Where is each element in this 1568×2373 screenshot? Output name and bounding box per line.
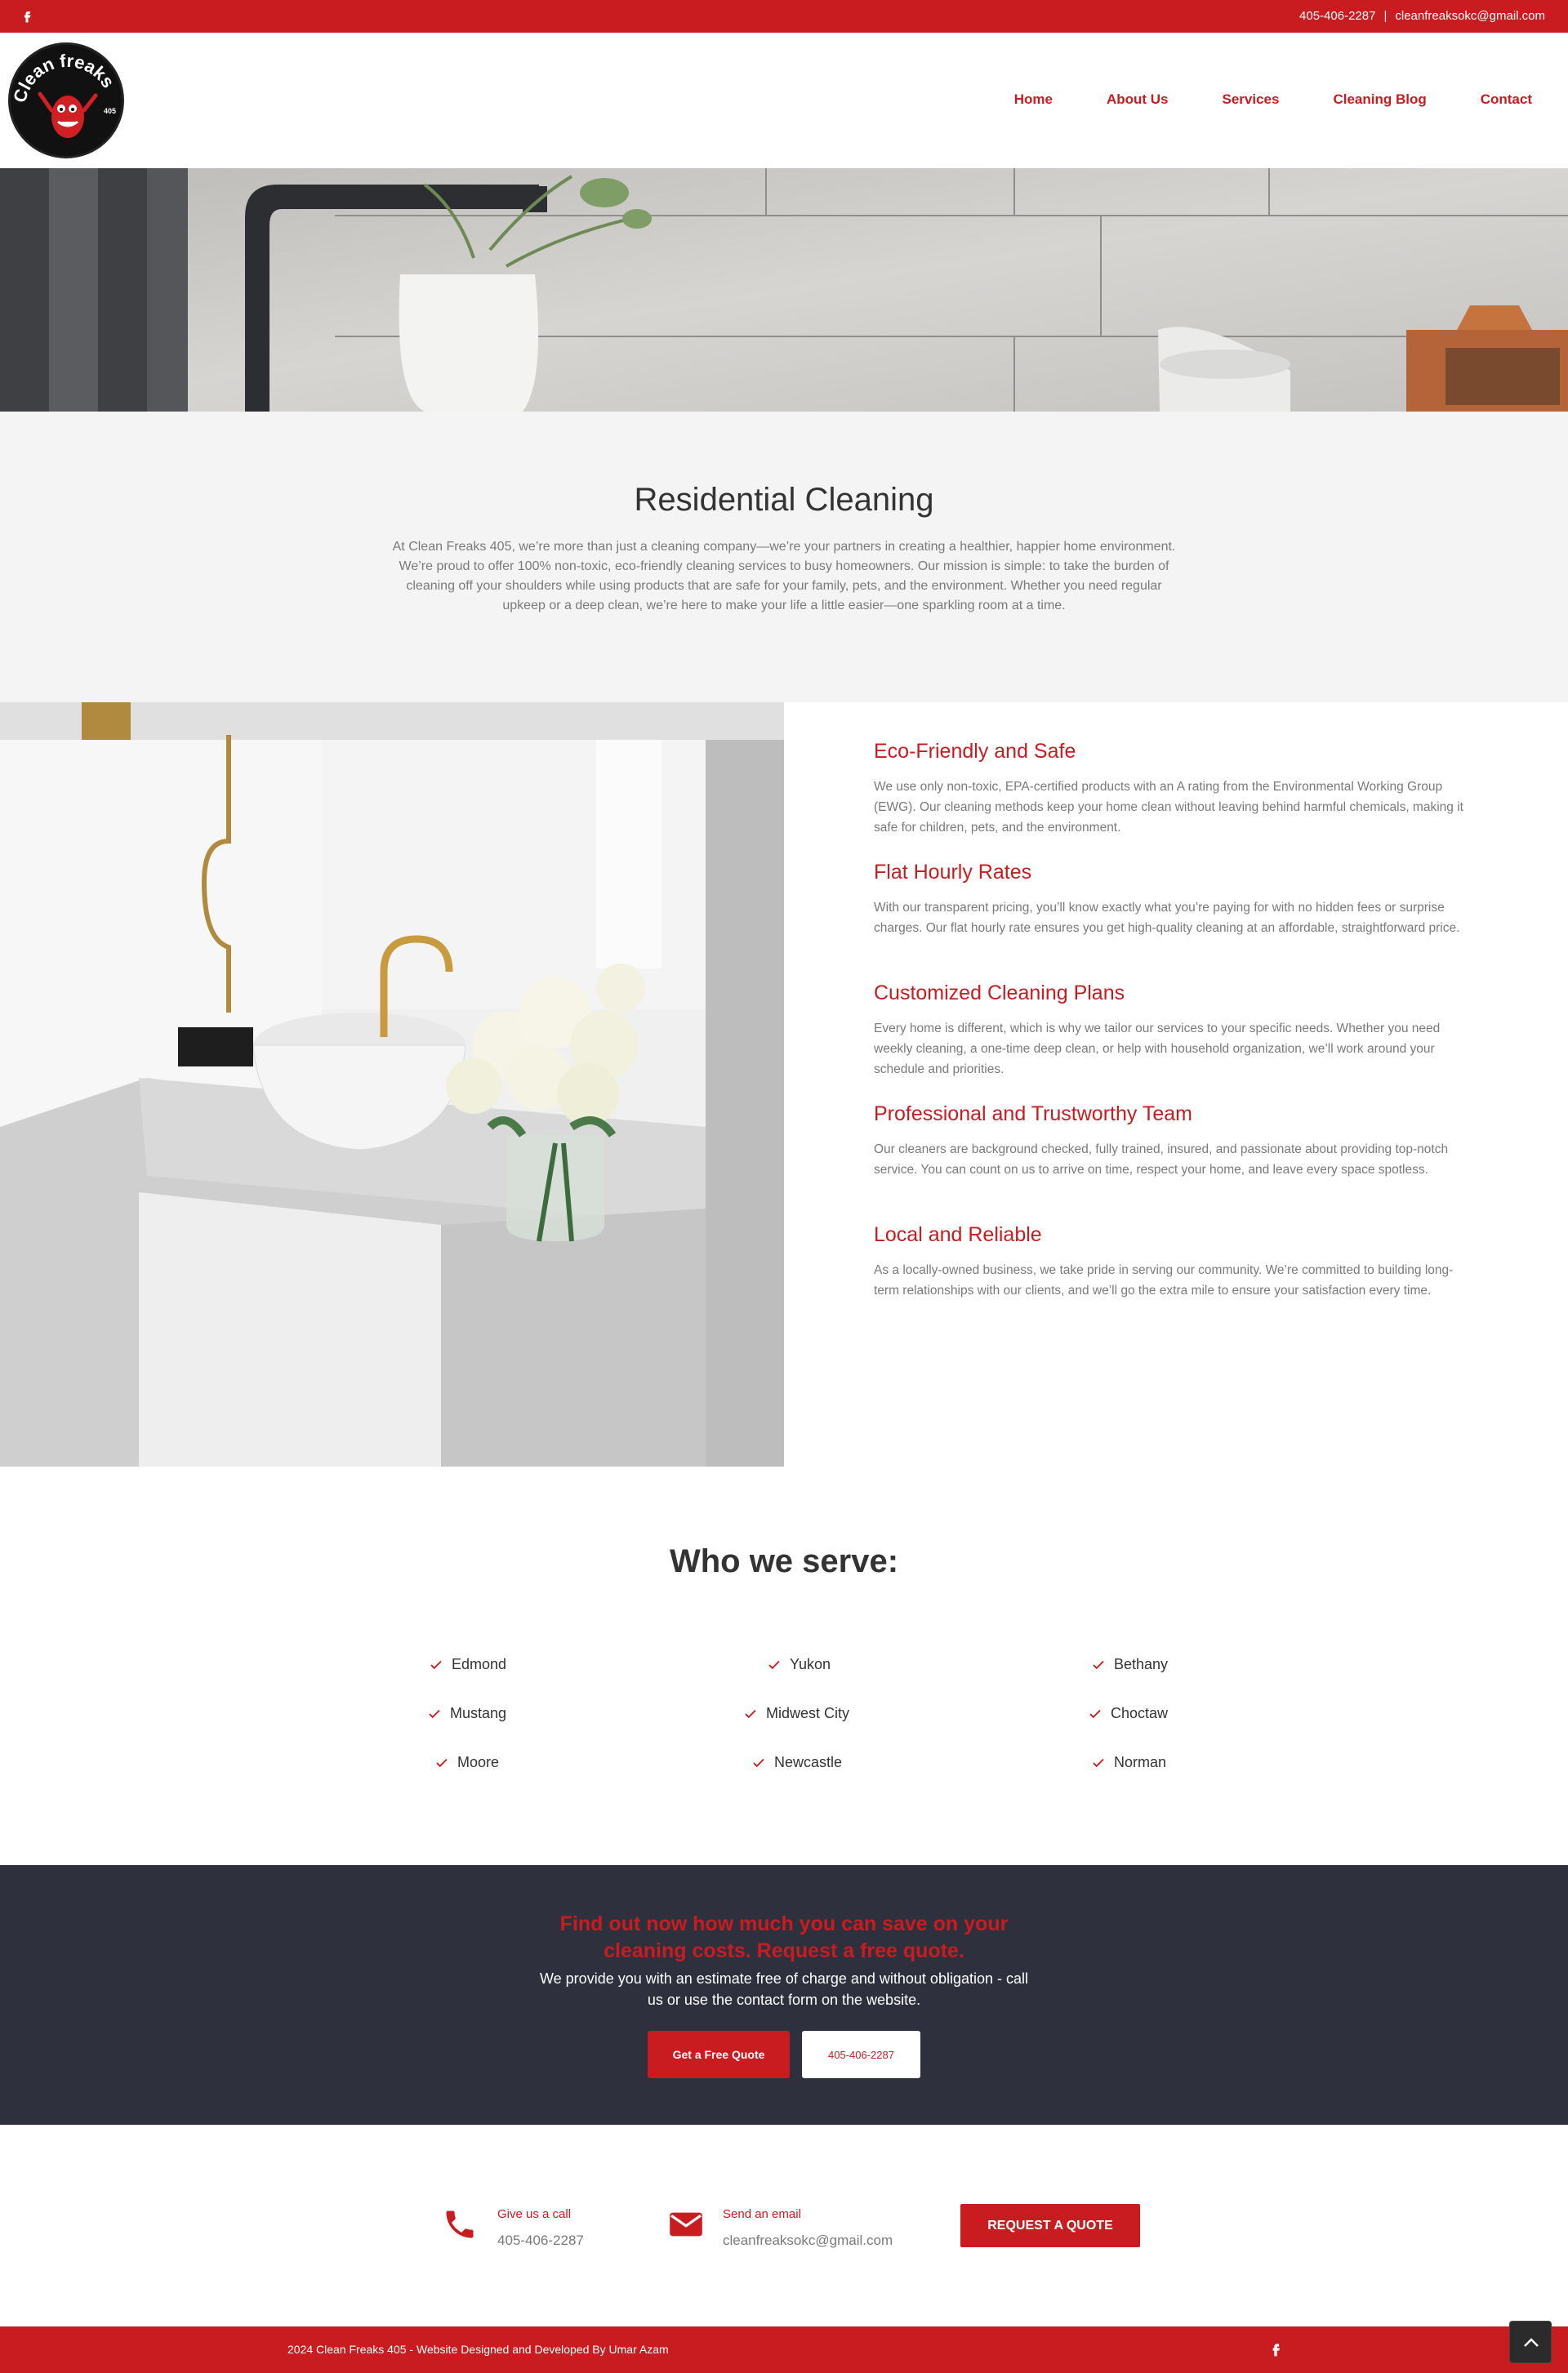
feature-body: As a locally-owned business, we take pri… [874,1263,1454,1298]
city-name: Bethany [1114,1656,1169,1672]
city-item: Bethany [1091,1656,1168,1673]
check-icon [436,1758,448,1767]
city-name: Moore [457,1754,500,1770]
city-name: Edmond [452,1656,507,1672]
city-item: Newcastle [751,1754,842,1771]
facebook-icon[interactable] [20,9,34,24]
site-logo[interactable]: Clean freaks 405 [8,42,124,158]
hero-image [0,168,1568,412]
city-name: Midwest City [766,1705,850,1721]
nav-cleaning-blog[interactable]: Cleaning Blog [1333,91,1426,108]
feature-flat-rates: Flat Hourly Rates With our transparent p… [874,861,1478,982]
nav-contact[interactable]: Contact [1481,91,1532,108]
check-icon [1093,1758,1104,1767]
check-icon [1093,1660,1104,1669]
nav-services[interactable]: Services [1222,91,1279,108]
phone-icon [446,2210,474,2238]
main-nav: Home About Us Services Cleaning Blog Con… [960,91,1532,108]
city-item: Mustang [427,1705,506,1722]
city-name: Newcastle [774,1754,843,1770]
logo-sub: 405 [104,107,116,115]
check-icon [745,1709,756,1718]
get-free-quote-button[interactable]: Get a Free Quote [648,2031,790,2078]
scroll-to-top-button[interactable] [1509,2321,1552,2363]
feature-customized-plans: Customized Cleaning Plans Every home is … [874,982,1478,1102]
intro-title: Residential Cleaning [634,482,934,518]
facebook-icon[interactable] [1267,2340,1284,2358]
top-phone[interactable]: 405-406-2287 [1299,9,1375,23]
city-item: Yukon [767,1656,831,1673]
features-list: Eco-Friendly and Safe We use only non-to… [874,740,1478,1344]
quote-cta-section: Find out now how much you can save on yo… [0,1865,1568,2125]
email-label: Send an email [723,2207,801,2221]
check-icon [768,1660,780,1669]
feature-title: Flat Hourly Rates [874,861,1032,884]
feature-title: Eco-Friendly and Safe [874,740,1076,763]
chevron-up-icon [1524,2338,1539,2347]
check-icon [429,1709,440,1718]
request-quote-button[interactable]: REQUEST A QUOTE [960,2204,1140,2247]
feature-body: We use only non-toxic, EPA-certified pro… [874,780,1463,835]
city-item: Midwest City [743,1705,849,1722]
email-value[interactable]: cleanfreaksokc@gmail.com [723,2233,893,2249]
call-value[interactable]: 405-406-2287 [497,2233,584,2249]
check-icon [430,1660,442,1669]
logo-graphic: Clean freaks 405 [11,47,120,154]
city-name: Mustang [450,1705,507,1721]
feature-title: Customized Cleaning Plans [874,982,1125,1004]
nav-about-us[interactable]: About Us [1107,91,1169,108]
cta-body: We provide you with an estimate free of … [540,1970,1028,2008]
city-name: Yukon [790,1656,831,1672]
city-name: Norman [1114,1754,1167,1770]
city-item: Norman [1091,1754,1166,1771]
feature-body: Our cleaners are background checked, ful… [874,1142,1449,1177]
serve-title: Who we serve: [669,1543,899,1579]
city-item: Edmond [429,1656,506,1673]
feature-title: Local and Reliable [874,1223,1042,1246]
bathroom-image [0,702,784,1467]
city-item: Moore [434,1754,499,1771]
feature-eco-friendly: Eco-Friendly and Safe We use only non-to… [874,740,1478,861]
top-contact: 405-406-2287 | cleanfreaksokc@gmail.com [1299,9,1545,23]
hero-photo [0,168,1568,412]
top-email[interactable]: cleanfreaksokc@gmail.com [1395,9,1545,23]
envelope-icon [670,2212,702,2237]
top-separator: | [1383,9,1388,23]
top-bar: 405-406-2287 | cleanfreaksokc@gmail.com [0,0,1568,33]
feature-body: With our transparent pricing, you’ll kno… [874,901,1460,935]
site-header: Clean freaks 405 Home About Us Services … [0,33,1568,168]
footer-copyright: 2024 Clean Freaks 405 - Website Designed… [287,2343,669,2356]
check-icon [753,1758,764,1767]
intro-body: At Clean Freaks 405, we’re more than jus… [392,540,1176,612]
feature-body: Every home is different, which is why we… [874,1022,1441,1076]
city-name: Choctaw [1111,1705,1169,1721]
intro-section: Residential Cleaning At Clean Freaks 405… [0,412,1568,702]
city-item: Choctaw [1088,1705,1168,1722]
cta-heading: Find out now how much you can save on yo… [559,1912,1009,1962]
bathroom-photo [0,702,784,1467]
feature-title: Professional and Trustworthy Team [874,1102,1193,1125]
check-icon [1089,1709,1101,1718]
feature-trustworthy-team: Professional and Trustworthy Team Our cl… [874,1102,1478,1223]
call-phone-button[interactable]: 405-406-2287 [802,2031,920,2078]
call-label: Give us a call [497,2207,572,2221]
site-footer: 2024 Clean Freaks 405 - Website Designed… [0,2326,1568,2373]
feature-local-reliable: Local and Reliable As a locally-owned bu… [874,1223,1478,1344]
nav-home[interactable]: Home [1014,91,1053,108]
